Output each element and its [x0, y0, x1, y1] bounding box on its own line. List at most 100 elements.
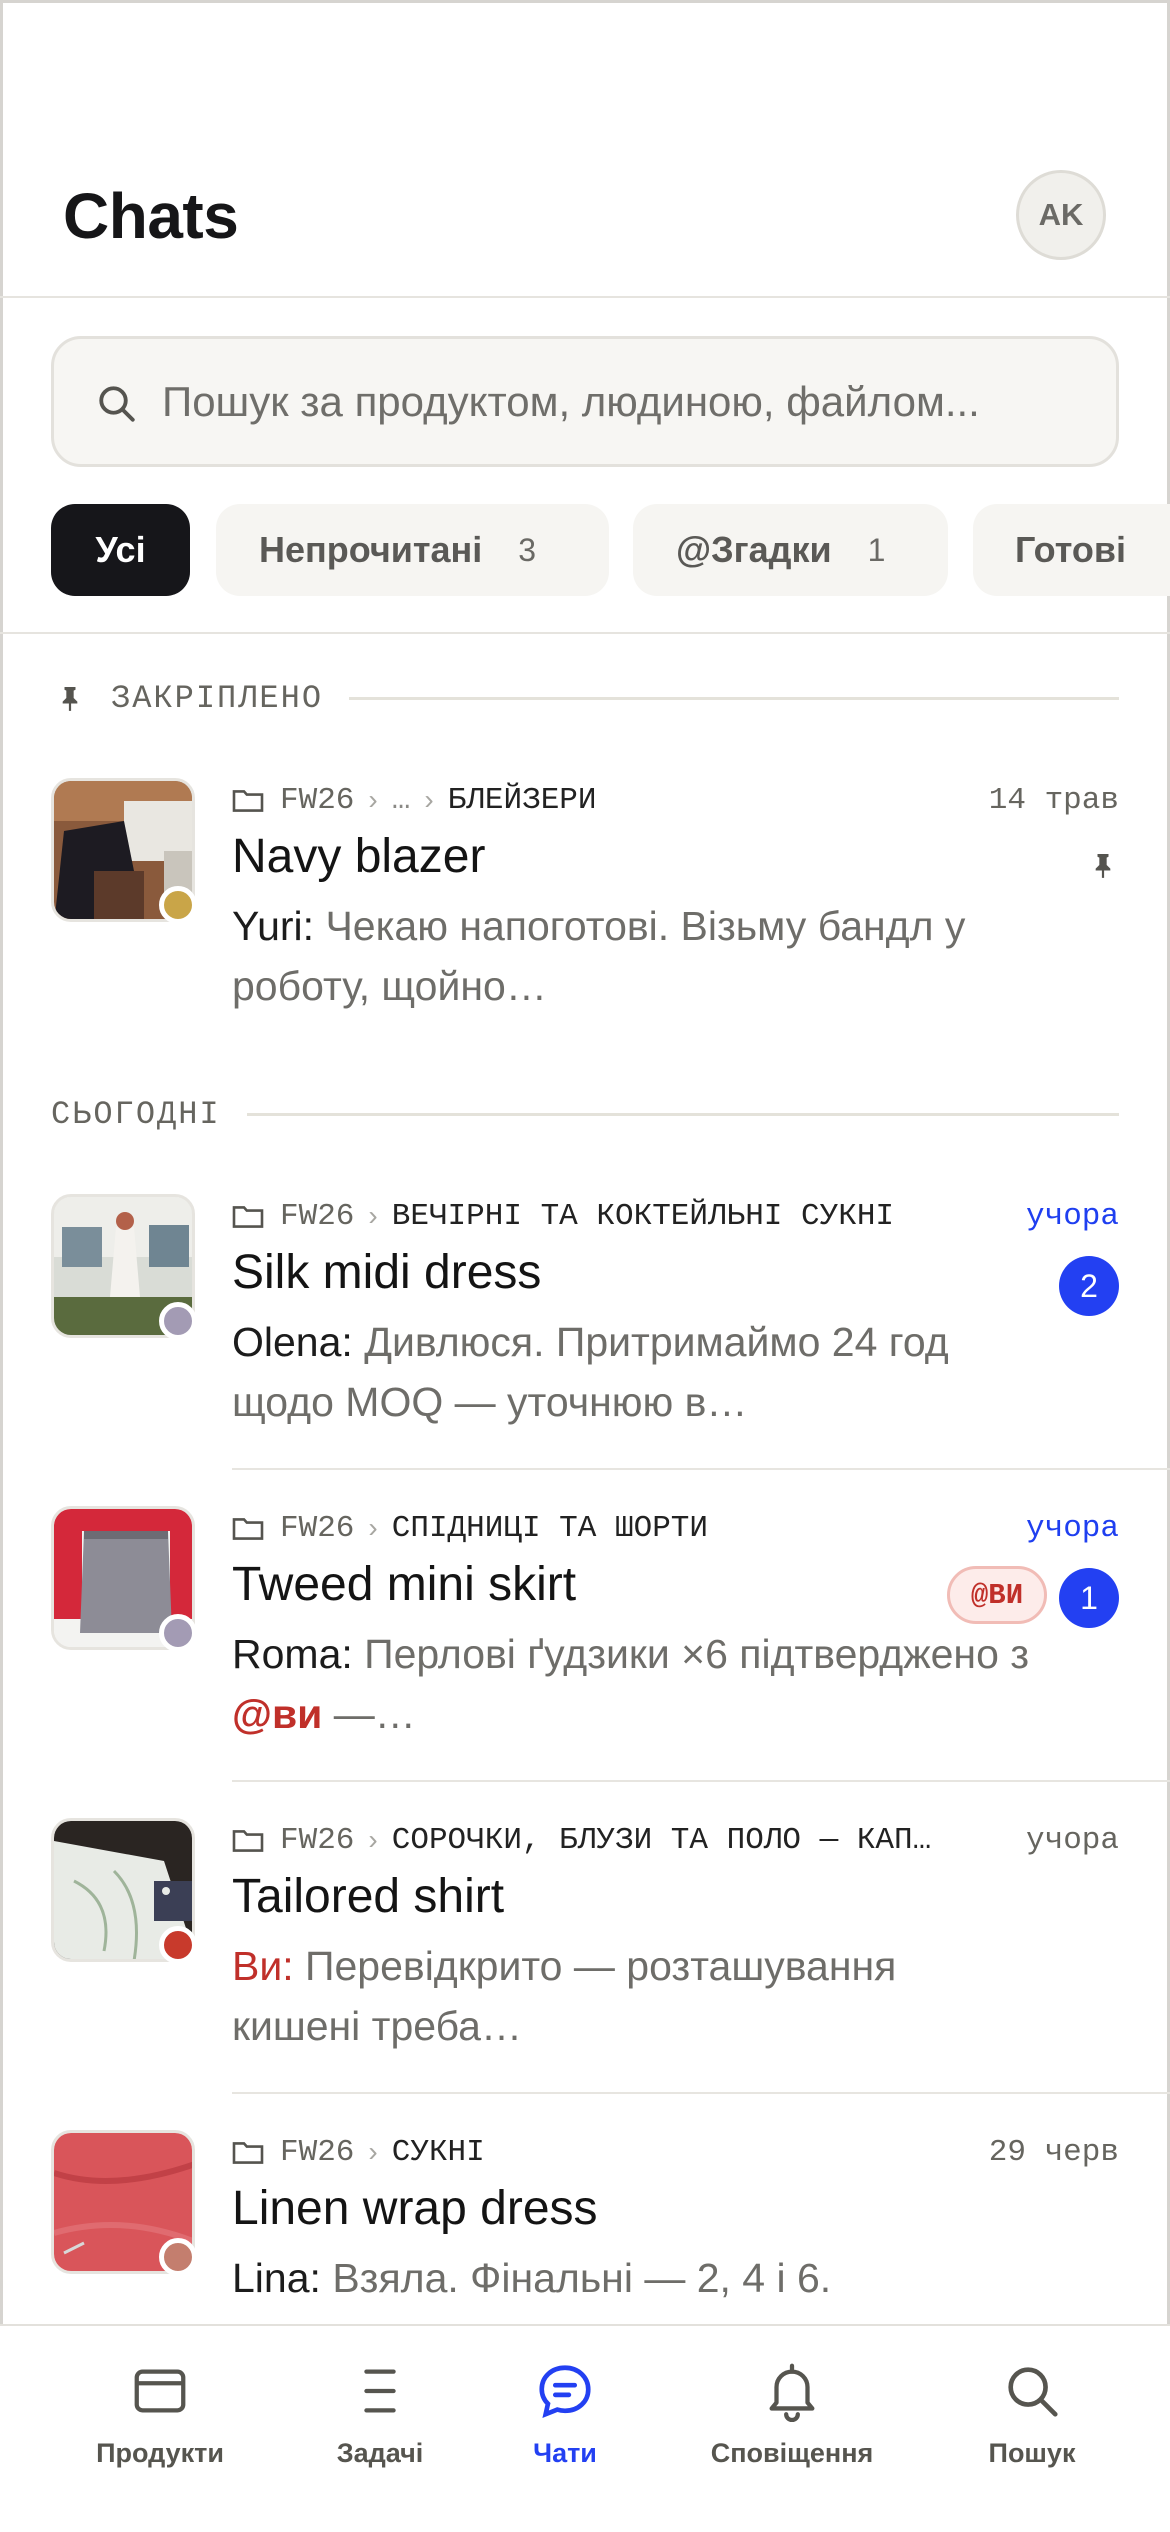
- message-author: Olena:: [232, 1319, 353, 1365]
- nav-item-search[interactable]: Пошук: [972, 2360, 1092, 2469]
- pin-icon: [1095, 854, 1111, 878]
- search-input[interactable]: [162, 369, 1102, 435]
- chat-title: Navy blazer: [232, 830, 486, 883]
- filter-chip-label: Непрочитані: [259, 529, 483, 570]
- chevron-right-icon: ›: [424, 784, 434, 815]
- chat-title: Tailored shirt: [232, 1870, 505, 1923]
- breadcrumb-category: ВЕЧІРНІ ТА КОКТЕЙЛЬНІ СУКНІ: [391, 1198, 895, 1234]
- row-divider: [232, 1780, 1170, 1782]
- breadcrumb-project: FW26: [280, 782, 355, 818]
- status-dot: [159, 2238, 197, 2276]
- nav-item-products[interactable]: Продукти: [92, 2360, 228, 2469]
- chat-row[interactable]: FW26 › СПІДНИЦІ ТА ШОРТИ учора Tweed min…: [0, 1506, 1170, 1782]
- filter-chip-count: 1: [867, 531, 886, 568]
- nav-label: Пошук: [988, 2438, 1076, 2468]
- user-avatar[interactable]: AK: [1016, 170, 1106, 260]
- filter-chip-label: Готові: [1015, 529, 1126, 570]
- section-today: СЬОГОДНІ: [51, 1092, 1119, 1136]
- filter-chip-unread[interactable]: Непрочитані 3: [216, 504, 609, 596]
- status-dot: [159, 1614, 197, 1652]
- breadcrumb-category: СОРОЧКИ, БЛУЗИ ТА ПОЛО — КАП…: [391, 1822, 932, 1858]
- chat-icon: [539, 2365, 591, 2419]
- unread-count-badge: 2: [1059, 1256, 1119, 1316]
- folder-icon: [232, 790, 264, 812]
- mention-text[interactable]: @ви: [232, 1691, 322, 1737]
- breadcrumb-project: FW26: [280, 2134, 355, 2170]
- chat-preview: Ви: Перевідкрито — розташування кишені т…: [232, 1936, 1032, 2056]
- nav-label: Сповіщення: [710, 2438, 874, 2468]
- search-icon: [99, 386, 135, 422]
- tasks-icon: [364, 2369, 396, 2413]
- chevron-right-icon: ›: [368, 1200, 378, 1231]
- message-author: Ви:: [232, 1943, 294, 1989]
- chat-title: Tweed mini skirt: [232, 1558, 577, 1611]
- filter-chip-count: 3: [518, 531, 537, 568]
- filter-chip-mentions[interactable]: @Згадки 1: [633, 504, 948, 596]
- chat-row[interactable]: FW26 › … › БЛЕЙЗЕРИ 14 трав Navy blazer …: [0, 778, 1170, 1028]
- status-dot: [159, 1926, 197, 1964]
- message-text: Взяла. Фінальні — 2, 4 і 6.: [320, 2255, 832, 2301]
- folder-icon: [232, 1518, 264, 1540]
- nav-label: Продукти: [96, 2438, 224, 2468]
- folder-icon: [232, 2142, 264, 2164]
- chat-time: 14 трав: [988, 782, 1119, 818]
- mention-badge: @ВИ: [947, 1566, 1047, 1624]
- section-pinned: ЗАКРІПЛЕНО: [51, 676, 1119, 720]
- chevron-right-icon: ›: [368, 2136, 378, 2167]
- chat-preview: Roma: Перлові ґудзики ×6 підтверджено з …: [232, 1624, 1032, 1744]
- filter-chip-all[interactable]: Усі: [51, 504, 190, 596]
- filter-chip-done[interactable]: Готові: [973, 504, 1170, 596]
- nav-label: Чати: [533, 2438, 597, 2468]
- breadcrumb-project: FW26: [280, 1510, 355, 1546]
- nav-item-chats[interactable]: Чати: [505, 2360, 625, 2469]
- breadcrumb-project: FW26: [280, 1822, 355, 1858]
- chat-time: учора: [1025, 1510, 1119, 1546]
- divider: [0, 632, 1170, 634]
- bell-icon: [769, 2363, 815, 2422]
- message-author: Roma:: [232, 1631, 353, 1677]
- chevron-right-icon: ›: [368, 1512, 378, 1543]
- chat-time: учора: [1025, 1822, 1119, 1858]
- breadcrumb: FW26 › СОРОЧКИ, БЛУЗИ ТА ПОЛО — КАП…: [232, 1818, 931, 1862]
- chat-title: Silk midi dress: [232, 1246, 542, 1299]
- nav-label: Задачі: [336, 2438, 424, 2468]
- chat-time: учора: [1025, 1198, 1119, 1234]
- search-bar[interactable]: [51, 336, 1119, 467]
- breadcrumb-category: БЛЕЙЗЕРИ: [447, 782, 597, 818]
- chat-row[interactable]: FW26 › СУКНІ 29 черв Linen wrap dress Li…: [0, 2130, 1170, 2324]
- chat-preview: Yuri: Чекаю напоготові. Візьму бандл у р…: [232, 896, 1032, 1016]
- filter-chip-label: @Згадки: [676, 529, 832, 570]
- breadcrumb-ellipsis: …: [391, 782, 411, 818]
- message-text: Перлові ґудзики ×6 підтверджено з: [352, 1631, 1030, 1677]
- section-divider: [246, 1112, 1119, 1116]
- status-dot: [159, 1302, 197, 1340]
- breadcrumb-category: СУКНІ: [391, 2134, 485, 2170]
- row-divider: [232, 2092, 1170, 2094]
- chevron-right-icon: ›: [368, 1824, 378, 1855]
- bottom-nav: Продукти Задачі Чати Сповіщення Пошук: [0, 2324, 1170, 2532]
- folder-icon: [232, 1830, 264, 1852]
- header: Chats AK: [0, 0, 1170, 298]
- message-text: Перевідкрито — розташування кишені треба…: [232, 1943, 897, 2049]
- chat-preview: Olena: Дивлюся. Притримаймо 24 год щодо …: [232, 1312, 1032, 1432]
- section-divider: [349, 696, 1119, 700]
- unread-count-badge: 1: [1059, 1568, 1119, 1628]
- chat-preview: Lina: Взяла. Фінальні — 2, 4 і 6.: [232, 2248, 1032, 2308]
- message-text: —…: [322, 1691, 416, 1737]
- nav-item-notifications[interactable]: Сповіщення: [700, 2360, 884, 2469]
- message-author: Lina:: [232, 2255, 321, 2301]
- row-divider: [232, 1468, 1170, 1470]
- chat-row[interactable]: FW26 › СОРОЧКИ, БЛУЗИ ТА ПОЛО — КАП… учо…: [0, 1818, 1170, 2094]
- section-label: ЗАКРІПЛЕНО: [111, 679, 324, 717]
- status-dot: [159, 886, 197, 924]
- nav-item-tasks[interactable]: Задачі: [310, 2360, 450, 2469]
- chat-row[interactable]: FW26 › ВЕЧІРНІ ТА КОКТЕЙЛЬНІ СУКНІ учора…: [0, 1194, 1170, 1470]
- search-icon: [1008, 2367, 1058, 2417]
- message-author: Yuri:: [232, 903, 315, 949]
- breadcrumb-category: СПІДНИЦІ ТА ШОРТИ: [391, 1510, 709, 1546]
- chevron-right-icon: ›: [368, 784, 378, 815]
- breadcrumb: FW26 › ВЕЧІРНІ ТА КОКТЕЙЛЬНІ СУКНІ: [232, 1194, 894, 1238]
- message-text: Чекаю напоготові. Візьму бандл у роботу,…: [232, 903, 966, 1009]
- pin-icon: [62, 687, 78, 711]
- section-label: СЬОГОДНІ: [51, 1095, 221, 1133]
